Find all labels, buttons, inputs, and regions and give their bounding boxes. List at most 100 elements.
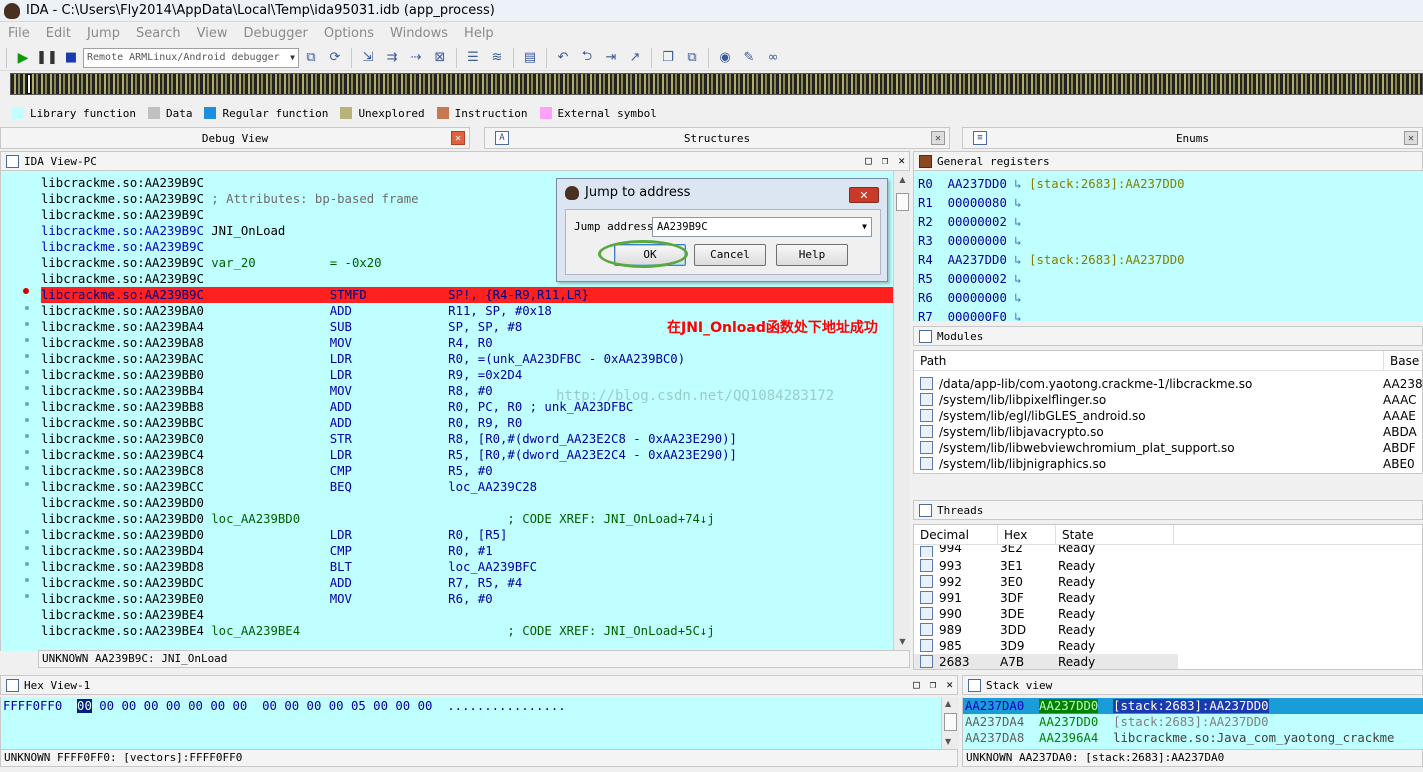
column-header-state[interactable]: State	[1056, 525, 1174, 544]
thread-row[interactable]: 994 3E2 Ready	[914, 545, 1095, 557]
graph-icon[interactable]: ◉	[715, 48, 735, 68]
asm-line[interactable]: libcrackme.so:AA239BD0 LDR R0, [R5]	[41, 527, 893, 543]
step-over-icon[interactable]: ⇉	[382, 48, 402, 68]
pause-icon[interactable]: ❚❚	[36, 48, 58, 68]
hex-view-scrollbar[interactable]: ▲ ▼	[941, 697, 959, 749]
register-row[interactable]: R5 00000002 ↳	[918, 270, 1029, 289]
thread-row[interactable]: 989 3DD Ready	[914, 622, 1095, 638]
hex-view-pane[interactable]: FFFF0FF0 00 00 00 00 00 00 00 00 00 00 0…	[0, 697, 959, 749]
register-row[interactable]: R7 000000F0 ↳	[918, 308, 1029, 321]
tab-enums[interactable]: ≡ Enums ✕	[962, 127, 1423, 149]
registers-pane[interactable]: R0 AA237DD0 ↳ [stack:2683]:AA237DD0 R1 0…	[913, 171, 1423, 321]
jump-address-input[interactable]: AA239B9C ▼	[652, 217, 872, 237]
restore-icon[interactable]: □	[865, 154, 872, 167]
stop-icon[interactable]: ■	[61, 48, 81, 68]
run-to-cursor-icon[interactable]: ⇢	[406, 48, 426, 68]
menu-file[interactable]: File	[0, 26, 38, 41]
thread-row[interactable]: 992 3E0 Ready	[914, 574, 1095, 590]
scroll-down-icon[interactable]: ▼	[945, 737, 951, 746]
scroll-down-icon[interactable]: ▼	[896, 637, 909, 646]
menu-help[interactable]: Help	[456, 26, 502, 41]
navigation-cursor[interactable]	[27, 74, 31, 94]
asm-line[interactable]: libcrackme.so:AA239BC8 CMP R5, #0	[41, 463, 893, 479]
menu-edit[interactable]: Edit	[38, 26, 79, 41]
scroll-thumb[interactable]	[944, 713, 957, 731]
menu-debugger[interactable]: Debugger	[235, 26, 315, 41]
cancel-button[interactable]: Cancel	[694, 244, 766, 266]
menu-view[interactable]: View	[189, 26, 236, 41]
register-row[interactable]: R0 AA237DD0 ↳ [stack:2683]:AA237DD0	[918, 175, 1185, 194]
menu-jump[interactable]: Jump	[79, 26, 128, 41]
run-until-return-icon[interactable]: ⇥	[601, 48, 621, 68]
stack-row[interactable]: AA237DA4 AA237DD0 [stack:2683]:AA237DD0	[965, 714, 1269, 730]
close-icon[interactable]: ✕	[946, 678, 953, 691]
module-row[interactable]: /system/lib/libjavacrypto.so ABDA	[914, 424, 1417, 440]
scroll-up-icon[interactable]: ▲	[896, 175, 909, 184]
asm-line[interactable]: libcrackme.so:AA239BE0 MOV R6, #0	[41, 591, 893, 607]
scroll-up-icon[interactable]: ▲	[945, 699, 951, 708]
asm-line[interactable]: libcrackme.so:AA239BD8 BLT loc_AA239BFC	[41, 559, 893, 575]
asm-line[interactable]: libcrackme.so:AA239BC0 STR R8, [R0,#(dwo…	[41, 431, 893, 447]
asm-line[interactable]: libcrackme.so:AA239BE4 loc_AA239BE4 ; CO…	[41, 623, 893, 639]
module-row[interactable]: /system/lib/libjnigraphics.so ABE0	[914, 456, 1415, 472]
thread-row[interactable]: 985 3D9 Ready	[914, 638, 1095, 654]
column-header-base[interactable]: Base	[1384, 351, 1422, 370]
thread-row[interactable]: 991 3DF Ready	[914, 590, 1095, 606]
restore-icon[interactable]: □	[913, 678, 920, 691]
function-trace-icon[interactable]: ≋	[487, 48, 507, 68]
register-row[interactable]: R6 00000000 ↳	[918, 289, 1029, 308]
asm-line[interactable]: libcrackme.so:AA239BD0 loc_AA239BD0 ; CO…	[41, 511, 893, 527]
asm-line[interactable]: libcrackme.so:AA239BAC LDR R0, =(unk_AA2…	[41, 351, 893, 367]
close-icon[interactable]: ✕	[451, 131, 465, 145]
chevron-down-icon[interactable]: ▼	[862, 218, 867, 236]
attach-process-icon[interactable]: ⧉	[301, 48, 321, 68]
close-icon[interactable]: ✕	[1404, 131, 1418, 145]
module-row[interactable]: /system/lib/egl/libGLES_android.so AAAE	[914, 408, 1416, 424]
step-into-icon[interactable]: ⇲	[358, 48, 378, 68]
menu-options[interactable]: Options	[316, 26, 382, 41]
cascade-icon[interactable]: ⧉	[682, 48, 702, 68]
module-row[interactable]: /system/lib/libwebviewchromium_plat_supp…	[914, 440, 1416, 456]
glasses-icon[interactable]: ∞	[763, 48, 783, 68]
asm-line[interactable]: libcrackme.so:AA239BBC ADD R0, R9, R0	[41, 415, 893, 431]
menu-windows[interactable]: Windows	[382, 26, 456, 41]
register-row[interactable]: R4 AA237DD0 ↳ [stack:2683]:AA237DD0	[918, 251, 1185, 270]
register-row[interactable]: R2 00000002 ↳	[918, 213, 1029, 232]
ida-view-scrollbar[interactable]: ▲ ▼	[893, 171, 910, 651]
hex-line[interactable]: FFFF0FF0 00 00 00 00 00 00 00 00 00 00 0…	[3, 699, 566, 713]
thread-row[interactable]: 993 3E1 Ready	[914, 558, 1095, 574]
asm-line[interactable]: libcrackme.so:AA239BCC BEQ loc_AA239C28	[41, 479, 893, 495]
stack-row[interactable]: AA237DA8 AA2396A4 libcrackme.so:Java_com…	[965, 730, 1394, 746]
module-row[interactable]: /system/lib/libpixelflinger.so AAAC	[914, 392, 1416, 408]
register-row[interactable]: R1 00000080 ↳	[918, 194, 1029, 213]
column-header-hex[interactable]: Hex	[998, 525, 1056, 544]
breakpoint-list-icon[interactable]: ⊠	[430, 48, 450, 68]
memory-icon[interactable]: ▤	[520, 48, 540, 68]
windows-icon[interactable]: ❐	[658, 48, 678, 68]
threads-table[interactable]: Decimal Hex State 994 3E2 Ready 993 3E1 Read…	[913, 524, 1423, 670]
breakpoint-marker[interactable]	[23, 288, 29, 294]
asm-line[interactable]: libcrackme.so:AA239BA8 MOV R4, R0	[41, 335, 893, 351]
maximize-icon[interactable]: ❐	[882, 154, 889, 167]
close-icon[interactable]: ✕	[931, 131, 945, 145]
tab-structures[interactable]: A Structures ✕	[484, 127, 950, 149]
maximize-icon[interactable]: ❐	[930, 678, 937, 691]
stack-row-selected[interactable]: AA237DA0 AA237DD0 [stack:2683]:AA237DD0	[963, 698, 1423, 714]
asm-line[interactable]: libcrackme.so:AA239BB0 LDR R9, =0x2D4	[41, 367, 893, 383]
tab-debug-view[interactable]: Debug View ✕	[0, 127, 470, 149]
trace-icon[interactable]: ☰	[463, 48, 483, 68]
stack-view-pane[interactable]: AA237DA0 AA237DD0 [stack:2683]:AA237DD0 …	[962, 697, 1423, 749]
detach-process-icon[interactable]: ⟳	[325, 48, 345, 68]
scroll-thumb[interactable]	[896, 193, 909, 211]
register-row[interactable]: R3 00000000 ↳	[918, 232, 1029, 251]
thread-row[interactable]: 990 3DE Ready	[914, 606, 1095, 622]
column-header-path[interactable]: Path	[914, 351, 1384, 370]
jump-icon[interactable]: ↗	[625, 48, 645, 68]
dialog-close-button[interactable]: ✕	[849, 187, 879, 203]
close-icon[interactable]: ✕	[898, 154, 905, 167]
column-header-decimal[interactable]: Decimal	[914, 525, 998, 544]
asm-line[interactable]: libcrackme.so:AA239BC4 LDR R5, [R0,#(dwo…	[41, 447, 893, 463]
return-icon[interactable]: ⮌	[577, 48, 597, 68]
play-icon[interactable]: ▶	[13, 48, 33, 68]
help-button[interactable]: Help	[776, 244, 848, 266]
